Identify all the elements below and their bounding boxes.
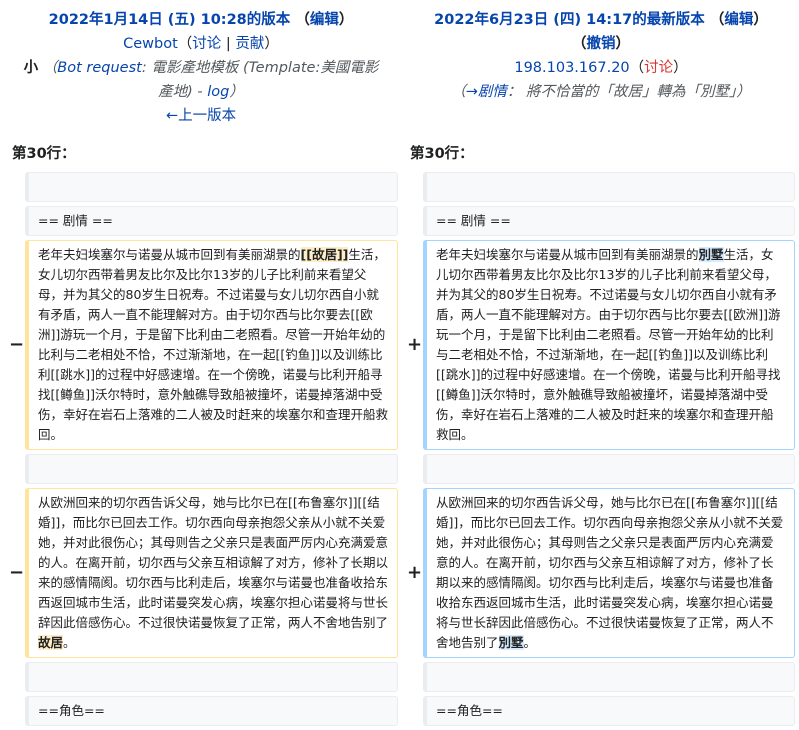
added-word-1: 別墅: [698, 247, 724, 262]
context-empty-left-2: [25, 454, 398, 484]
added-word-2: 別墅: [498, 635, 524, 650]
deleted-word-2: 故居: [38, 635, 64, 650]
context-empty-left: [25, 172, 398, 202]
deleted-line-2: 从欧洲回来的切尔西告诉父母，她与比尔已在[[布鲁塞尔]][[结婚]]，而比尔已回…: [25, 488, 398, 658]
paren-close: ）: [338, 12, 354, 28]
line-number-left: 第30行：: [12, 146, 76, 162]
context-heading-left: == 剧情 ==: [25, 206, 398, 236]
new-revision-title-link[interactable]: 2022年6月23日 (四) 14:17的最新版本: [434, 12, 705, 28]
old-edit-summary-cont: 產地) - log）: [158, 84, 244, 100]
prev-version-link[interactable]: ←上一版本: [166, 108, 236, 124]
minor-edit-mark: 小: [23, 60, 39, 76]
new-edit-link[interactable]: 编辑: [724, 12, 753, 28]
context-empty-right-3: [423, 662, 795, 692]
new-user-ip-link[interactable]: 198.103.167.20: [514, 60, 629, 76]
old-revision-title-link[interactable]: 2022年1月14日 (五) 10:28的版本: [49, 12, 291, 28]
new-revision-title-line: 2022年6月23日 (四) 14:17的最新版本 （编辑）: [434, 12, 768, 28]
log-link[interactable]: log: [207, 84, 229, 100]
added-line-1: 老年夫妇埃塞尔与诺曼从城市回到有美丽湖景的別墅生活，女儿切尔西带着男友比尔及比尔…: [423, 240, 795, 450]
context-roles-left: ==角色==: [25, 696, 398, 726]
old-edit-summary: 小 （Bot request: 電影產地模板 (Template:美國電影: [23, 60, 379, 76]
context-empty-right-2: [423, 454, 795, 484]
old-revision-title-line: 2022年1月14日 (五) 10:28的版本 （编辑）: [8, 8, 394, 32]
deleted-line-1: 老年夫妇埃塞尔与诺曼从城市回到有美丽湖景的[[故居]]生活，女儿切尔西带着男友比…: [25, 240, 398, 450]
summary-text: : 電影產地模板 (Template:美國電影: [141, 60, 379, 76]
plus-marker-2: +: [407, 562, 423, 583]
context-empty-left-3: [25, 662, 398, 692]
bot-request-link[interactable]: Bot request: [57, 60, 142, 76]
new-revision-header: 2022年6月23日 (四) 14:17的最新版本 （编辑） （撤销） 198.…: [408, 8, 794, 104]
old-talk-link[interactable]: 讨论: [192, 36, 221, 52]
old-edit-link[interactable]: 编辑: [310, 12, 339, 28]
deleted-word-1: [[故居]]: [300, 247, 349, 262]
old-user-line: Cewbot（讨论 | 贡献）: [123, 36, 279, 52]
section-link[interactable]: →剧情: [466, 84, 507, 100]
minus-marker-1: −: [9, 334, 25, 355]
new-edit-summary: （→剧情： 將不恰當的「故居」轉為「別墅」）: [451, 84, 751, 100]
context-heading-right: == 剧情 ==: [423, 206, 795, 236]
undo-link[interactable]: 撤销: [587, 36, 616, 52]
added-line-2: 从欧洲回来的切尔西告诉父母，她与比尔已在[[布鲁塞尔]][[结婚]]，而比尔已回…: [423, 488, 795, 658]
plus-marker-1: +: [407, 334, 423, 355]
undo-line: （撤销）: [572, 36, 630, 52]
summary-text-2: 產地) -: [158, 84, 208, 100]
prev-version-line: ←上一版本: [8, 104, 394, 128]
new-user-line: 198.103.167.20（讨论）: [514, 60, 688, 76]
paren-open: （: [295, 12, 310, 28]
context-roles-right: ==角色==: [423, 696, 795, 726]
old-revision-header: 2022年1月14日 (五) 10:28的版本 （编辑） Cewbot（讨论 |…: [8, 8, 394, 128]
old-contribs-link[interactable]: 贡献: [235, 36, 264, 52]
new-talk-link[interactable]: 讨论: [644, 60, 673, 76]
new-summary-text: ： 將不恰當的「故居」轉為「別墅」: [506, 84, 737, 100]
old-user-link[interactable]: Cewbot: [123, 36, 178, 52]
minus-marker-2: −: [9, 562, 25, 583]
context-empty-right: [423, 172, 795, 202]
line-number-right: 第30行：: [410, 146, 474, 162]
